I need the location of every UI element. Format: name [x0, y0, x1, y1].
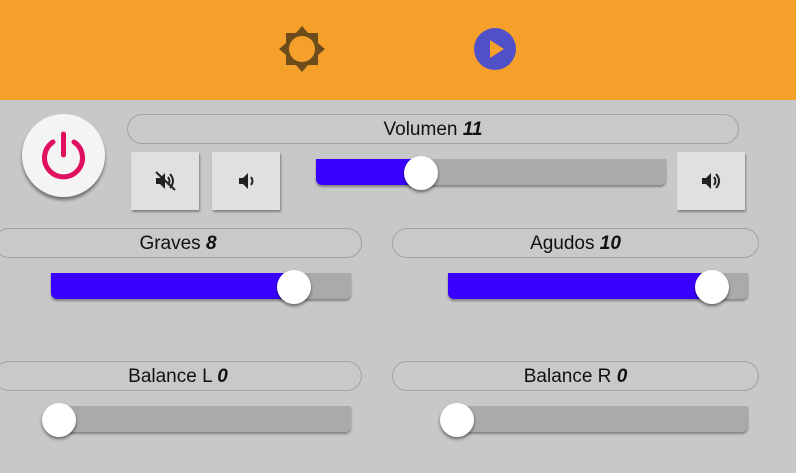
bass-slider-knob[interactable] — [277, 270, 311, 304]
bass-value: 8 — [205, 233, 217, 254]
volume-down-icon — [239, 173, 254, 189]
volume-mute-icon — [155, 171, 176, 191]
balance-left-label-text: Balance L — [128, 366, 212, 387]
volume-up-button[interactable] — [677, 152, 745, 210]
balance-right-label: Balance R 0 — [392, 361, 759, 391]
volume-value: 11 — [462, 119, 483, 140]
brightness-icon[interactable] — [278, 25, 326, 73]
power-button[interactable] — [22, 114, 105, 197]
volume-down-button[interactable] — [212, 152, 280, 210]
balance-right-slider-knob[interactable] — [440, 403, 474, 437]
treble-label: Agudos 10 — [392, 228, 759, 258]
balance-left-value: 0 — [217, 366, 228, 387]
treble-slider[interactable] — [448, 270, 748, 304]
bass-label-text: Graves — [139, 233, 201, 254]
power-icon — [42, 131, 85, 180]
treble-label-text: Agudos — [530, 233, 595, 254]
balance-right-label-text: Balance R — [523, 366, 612, 387]
bass-label: Graves 8 — [0, 228, 362, 258]
treble-slider-knob[interactable] — [695, 270, 729, 304]
balance-left-slider[interactable] — [42, 403, 351, 437]
treble-value: 10 — [599, 233, 621, 254]
balance-right-value: 0 — [616, 366, 628, 387]
balance-right-slider[interactable] — [440, 403, 748, 437]
volume-label-text: Volumen — [383, 119, 458, 140]
volume-slider[interactable] — [316, 156, 666, 190]
play-button[interactable] — [473, 27, 517, 71]
mute-button[interactable] — [131, 152, 199, 210]
volume-up-icon — [702, 173, 720, 189]
bass-slider[interactable] — [51, 270, 351, 304]
bass-slider-fill — [51, 273, 294, 299]
balance-left-slider-knob[interactable] — [42, 403, 76, 437]
top-toolbar — [0, 0, 796, 100]
treble-slider-fill — [448, 273, 712, 299]
balance-left-label: Balance L 0 — [0, 361, 362, 391]
volume-label: Volumen 11 — [127, 114, 739, 144]
volume-slider-knob[interactable] — [404, 156, 438, 190]
